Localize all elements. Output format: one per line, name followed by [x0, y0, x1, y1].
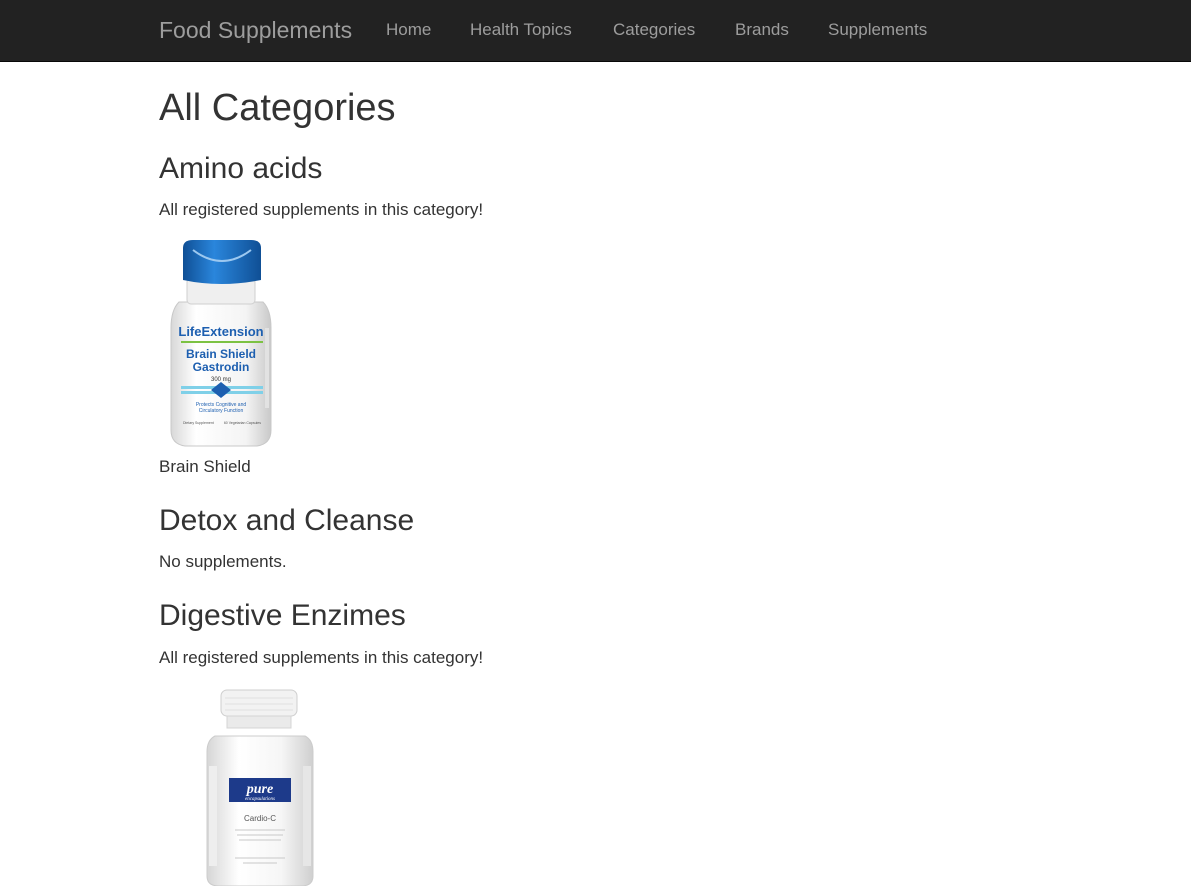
label-type: Dietary Supplement: [183, 421, 214, 425]
label-line2: Gastrodin: [193, 360, 250, 374]
category-description: All registered supplements in this categ…: [159, 648, 484, 667]
nav-health-topics[interactable]: Health Topics: [470, 19, 572, 41]
label-pure: pure: [246, 782, 273, 797]
label-count: 60 Vegetarian Capsules: [224, 421, 261, 425]
brain-shield-product-image[interactable]: LifeExtension Brain Shield Gastrodin 300…: [159, 238, 279, 452]
nav-brands[interactable]: Brands: [735, 19, 789, 41]
category-description: All registered supplements in this categ…: [159, 200, 484, 219]
label-tagline2: Circulatory Function: [199, 408, 244, 414]
label-brand: LifeExtension: [178, 324, 263, 339]
cardio-c-product-image[interactable]: pure encapsulations Cardio-C: [203, 686, 317, 886]
nav-supplements[interactable]: Supplements: [828, 19, 927, 41]
category-heading-detox-and-cleanse: Detox and Cleanse: [159, 504, 415, 537]
label-line1: Brain Shield: [186, 347, 256, 361]
top-navbar: Food Supplements Home Health Topics Cate…: [0, 0, 1191, 62]
category-heading-amino-acids: Amino acids: [159, 152, 323, 185]
brand-link[interactable]: Food Supplements: [159, 16, 352, 44]
page-title: All Categories: [159, 87, 396, 129]
nav-categories[interactable]: Categories: [613, 19, 695, 41]
label-cardio-c: Cardio-C: [244, 814, 276, 823]
product-name-brain-shield[interactable]: Brain Shield: [159, 456, 251, 478]
category-description: No supplements.: [159, 552, 287, 571]
label-encapsulations: encapsulations: [245, 797, 275, 802]
category-heading-digestive-enzimes: Digestive Enzimes: [159, 599, 406, 632]
nav-home[interactable]: Home: [386, 19, 431, 41]
